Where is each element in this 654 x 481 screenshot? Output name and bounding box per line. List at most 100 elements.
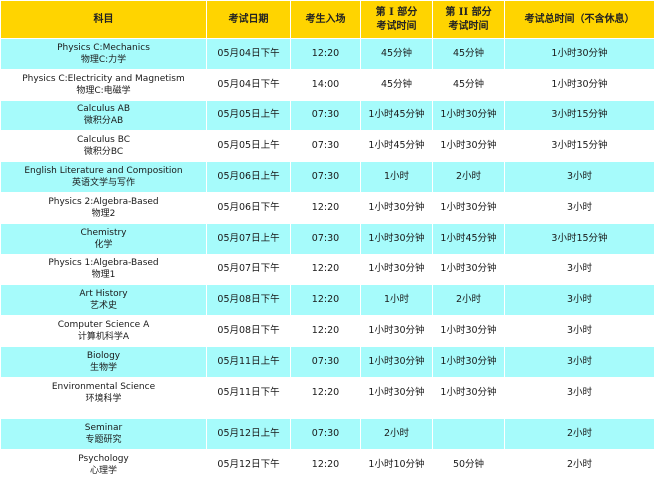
- subject-cell: Physics 1:Algebra-Based物理1: [1, 254, 207, 285]
- subject-chinese: 微积分BC: [1, 146, 206, 158]
- exam-date-cell: 05月12日上午: [207, 419, 291, 450]
- subject-english: Art History: [1, 288, 206, 300]
- total-time-cell: 3小时: [505, 346, 654, 377]
- table-row: Seminar专题研究05月12日上午07:302小时2小时: [1, 419, 654, 450]
- table-row: Calculus BC微积分BC05月05日上午07:301小时45分钟1小时3…: [1, 131, 654, 162]
- exam-date-cell: 05月07日上午: [207, 223, 291, 254]
- table-row: Calculus AB微积分AB05月05日上午07:301小时45分钟1小时3…: [1, 100, 654, 131]
- subject-cell: Physics 2:Algebra-Based物理2: [1, 192, 207, 223]
- subject-english: Physics 2:Algebra-Based: [1, 196, 206, 208]
- part1-time-cell: 1小时30分钟: [361, 346, 433, 377]
- part2-time-cell: 2小时: [433, 162, 505, 193]
- subject-cell: Art History艺术史: [1, 285, 207, 316]
- part1-time-cell: 1小时45分钟: [361, 100, 433, 131]
- subject-english: Physics C:Mechanics: [1, 42, 206, 54]
- exam-date-cell: 05月04日下午: [207, 39, 291, 70]
- entry-time-cell: 07:30: [291, 162, 361, 193]
- subject-chinese: 化学: [1, 239, 206, 251]
- total-time-cell: 1小时30分钟: [505, 39, 654, 70]
- subject-cell: English Literature and Composition英语文学与写…: [1, 162, 207, 193]
- part1-time-cell: 1小时30分钟: [361, 192, 433, 223]
- entry-time-cell: 14:00: [291, 69, 361, 100]
- table-row: Physics C:Mechanics物理C:力学05月04日下午12:2045…: [1, 39, 654, 70]
- subject-chinese: 心理学: [1, 465, 206, 477]
- subject-cell: Calculus BC微积分BC: [1, 131, 207, 162]
- part1-time-cell: 1小时30分钟: [361, 316, 433, 347]
- part2-time-cell: 1小时45分钟: [433, 223, 505, 254]
- part1-time-cell: 1小时45分钟: [361, 131, 433, 162]
- part1-time-cell: 45分钟: [361, 39, 433, 70]
- part2-time-cell: 1小时30分钟: [433, 377, 505, 408]
- header-subject: 科目: [1, 1, 207, 39]
- total-time-cell: 3小时: [505, 316, 654, 347]
- part2-time-cell: 50分钟: [433, 450, 505, 481]
- part2-time-cell: 1小时30分钟: [433, 346, 505, 377]
- part1-time-cell: 45分钟: [361, 69, 433, 100]
- exam-date-cell: 05月08日下午: [207, 285, 291, 316]
- subject-chinese: 物理C:力学: [1, 54, 206, 66]
- table-row: English Literature and Composition英语文学与写…: [1, 162, 654, 193]
- total-time-cell: 3小时: [505, 162, 654, 193]
- subject-cell: Environmental Science环境科学: [1, 377, 207, 408]
- total-time-cell: 3小时: [505, 285, 654, 316]
- subject-chinese: 物理C:电磁学: [1, 85, 206, 97]
- entry-time-cell: 12:20: [291, 450, 361, 481]
- part2-time-cell: 1小时30分钟: [433, 316, 505, 347]
- exam-date-cell: 05月08日下午: [207, 316, 291, 347]
- subject-english: Psychology: [1, 453, 206, 465]
- subject-cell: Computer Science A计算机科学A: [1, 316, 207, 347]
- part2-time-cell: 2小时: [433, 285, 505, 316]
- entry-time-cell: 12:20: [291, 192, 361, 223]
- exam-date-cell: 05月11日下午: [207, 377, 291, 408]
- header-row: 科目 考试日期 考生入场 第 I 部分 考试时间 第 II 部分 考试时间 考试…: [1, 1, 654, 39]
- subject-cell: Biology生物学: [1, 346, 207, 377]
- entry-time-cell: 07:30: [291, 346, 361, 377]
- subject-chinese: 英语文学与写作: [1, 177, 206, 189]
- subject-chinese: 专题研究: [1, 434, 206, 446]
- subject-chinese: 环境科学: [1, 393, 206, 405]
- subject-english: Environmental Science: [1, 381, 206, 393]
- table-row: Environmental Science环境科学05月11日下午12:201小…: [1, 377, 654, 408]
- extra-schedule-table: Seminar专题研究05月12日上午07:302小时2小时Psychology…: [0, 418, 654, 481]
- subject-chinese: 计算机科学A: [1, 331, 206, 343]
- header-total: 考试总时间（不含休息）: [505, 1, 654, 39]
- subject-cell: Psychology心理学: [1, 450, 207, 481]
- header-part1: 第 I 部分 考试时间: [361, 1, 433, 39]
- subject-english: Physics C:Electricity and Magnetism: [1, 73, 206, 85]
- entry-time-cell: 12:20: [291, 254, 361, 285]
- part1-time-cell: 1小时30分钟: [361, 377, 433, 408]
- entry-time-cell: 12:20: [291, 39, 361, 70]
- subject-cell: Physics C:Electricity and Magnetism物理C:电…: [1, 69, 207, 100]
- part1-time-cell: 1小时10分钟: [361, 450, 433, 481]
- subject-chinese: 物理2: [1, 208, 206, 220]
- entry-time-cell: 07:30: [291, 419, 361, 450]
- ap-exam-schedule: 科目 考试日期 考生入场 第 I 部分 考试时间 第 II 部分 考试时间 考试…: [0, 0, 654, 480]
- table-row: Chemistry化学05月07日上午07:301小时30分钟1小时45分钟3小…: [1, 223, 654, 254]
- header-date: 考试日期: [207, 1, 291, 39]
- part1-time-cell: 1小时30分钟: [361, 223, 433, 254]
- entry-time-cell: 07:30: [291, 223, 361, 254]
- part2-time-cell: 1小时30分钟: [433, 100, 505, 131]
- total-time-cell: 3小时: [505, 254, 654, 285]
- entry-time-cell: 12:20: [291, 316, 361, 347]
- subject-chinese: 生物学: [1, 362, 206, 374]
- total-time-cell: 1小时30分钟: [505, 69, 654, 100]
- subject-english: Seminar: [1, 422, 206, 434]
- table-row: Biology生物学05月11日上午07:301小时30分钟1小时30分钟3小时: [1, 346, 654, 377]
- subject-english: Calculus BC: [1, 134, 206, 146]
- exam-date-cell: 05月06日下午: [207, 192, 291, 223]
- header-entry: 考生入场: [291, 1, 361, 39]
- subject-chinese: 微积分AB: [1, 115, 206, 127]
- total-time-cell: 3小时: [505, 192, 654, 223]
- entry-time-cell: 07:30: [291, 131, 361, 162]
- exam-date-cell: 05月05日上午: [207, 131, 291, 162]
- entry-time-cell: 12:20: [291, 285, 361, 316]
- part2-time-cell: 45分钟: [433, 69, 505, 100]
- total-time-cell: 2小时: [505, 450, 654, 481]
- exam-date-cell: 05月06日上午: [207, 162, 291, 193]
- part1-time-cell: 1小时: [361, 285, 433, 316]
- exam-date-cell: 05月04日下午: [207, 69, 291, 100]
- table-row: Physics 1:Algebra-Based物理105月07日下午12:201…: [1, 254, 654, 285]
- table-row: Computer Science A计算机科学A05月08日下午12:201小时…: [1, 316, 654, 347]
- exam-date-cell: 05月11日上午: [207, 346, 291, 377]
